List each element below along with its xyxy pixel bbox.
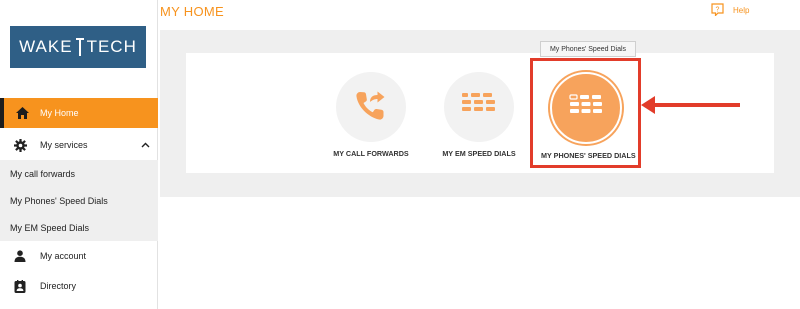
sidebar-item-label: My Home: [40, 108, 79, 118]
sidebar-subitem-label: My EM Speed Dials: [10, 222, 90, 233]
sidebar: WAKE TECH My Home My services My call fo…: [0, 0, 158, 309]
page-title: MY HOME: [160, 4, 224, 19]
annotation-arrow-line: [654, 103, 740, 107]
chevron-up-icon[interactable]: [141, 140, 150, 150]
home-icon: [4, 107, 40, 119]
tile-circle[interactable]: [336, 72, 406, 142]
sidebar-item-my-services[interactable]: My services: [0, 130, 158, 160]
annotation-highlight-box: [530, 58, 641, 168]
logo-text-right: TECH: [86, 37, 137, 56]
keypad-icon: [462, 92, 496, 122]
tile-circle[interactable]: [444, 72, 514, 142]
torch-icon: [75, 38, 84, 56]
sidebar-subitem-label: My Phones' Speed Dials: [10, 195, 108, 206]
directory-icon: [0, 279, 40, 293]
sidebar-item-my-account[interactable]: My account: [0, 241, 158, 271]
sidebar-subitem-call-forwards[interactable]: My call forwards: [0, 160, 158, 187]
help-icon: ?: [711, 3, 724, 18]
gear-icon: [0, 138, 40, 152]
sidebar-item-label: My account: [40, 251, 87, 261]
logo-text-left: WAKE: [19, 37, 73, 56]
sidebar-subitem-phones-speed-dials[interactable]: My Phones' Speed Dials: [0, 187, 158, 214]
call-forward-icon: [354, 88, 388, 127]
annotation-arrow-head: [641, 96, 655, 114]
sidebar-item-directory[interactable]: Directory: [0, 271, 158, 301]
tile-my-em-speed-dials[interactable]: MY EM SPEED DIALS: [434, 72, 524, 158]
tile-my-call-forwards[interactable]: MY CALL FORWARDS: [326, 72, 416, 158]
wake-tech-logo[interactable]: WAKE TECH: [10, 26, 146, 68]
sidebar-item-label: My services: [40, 140, 88, 150]
sidebar-subitem-em-speed-dials[interactable]: My EM Speed Dials: [0, 214, 158, 241]
sidebar-item-my-home[interactable]: My Home: [0, 98, 158, 128]
sidebar-subitem-label: My call forwards: [10, 168, 76, 179]
tooltip: My Phones' Speed Dials: [540, 41, 636, 57]
sidebar-item-label: Directory: [40, 281, 77, 291]
svg-text:?: ?: [716, 6, 720, 13]
tile-label: MY EM SPEED DIALS: [442, 149, 516, 158]
person-icon: [0, 250, 40, 262]
tile-label: MY CALL FORWARDS: [333, 149, 409, 158]
help-label: Help: [733, 6, 750, 15]
help-link[interactable]: ? Help: [711, 3, 749, 18]
